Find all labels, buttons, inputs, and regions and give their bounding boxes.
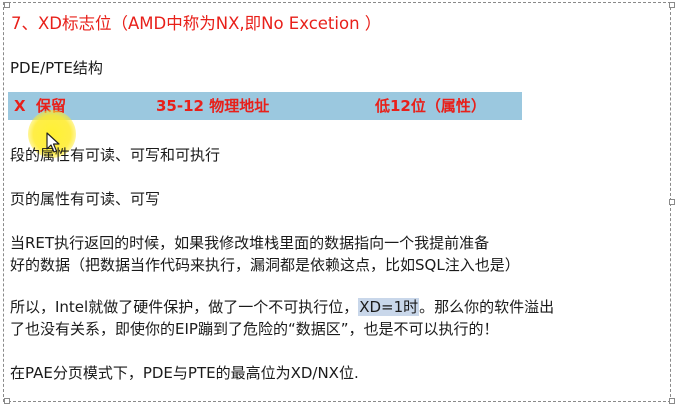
- intel-protection-line-2: 了也没有关系，即使你的EIP蹦到了危险的“数据区”，也是不可以执行的！: [10, 320, 499, 338]
- bar-physical-address-field: 35-12 物理地址: [156, 97, 270, 115]
- pde-pte-heading: PDE/PTE结构: [10, 59, 103, 77]
- intel-line-1-start: 所以，Intel就做了硬件保护，做了一个不可执行位，: [10, 298, 359, 316]
- intel-line-1-end: 。那么你的软件溢出: [419, 298, 555, 316]
- segment-attributes-text: 段的属性有可读、可写和可执行: [10, 146, 221, 164]
- slide-title: 7、XD标志位（AMD中称为NX,即No Excetion ）: [11, 14, 382, 33]
- page-attributes-text: 页的属性有可读、可写: [10, 190, 161, 208]
- intel-protection-line-1: 所以，Intel就做了硬件保护，做了一个不可执行位，XD=1时。那么你的软件溢出: [10, 296, 554, 317]
- xd-highlight-text[interactable]: XD=1时: [358, 298, 420, 316]
- pte-structure-bar: X 保留 35-12 物理地址 低12位（属性）: [8, 92, 522, 120]
- resize-handle-bottom-right[interactable]: [669, 398, 675, 404]
- bar-x-field: X: [14, 97, 26, 115]
- resize-handle-top-left[interactable]: [4, 2, 10, 8]
- ret-explanation-line-1: 当RET执行返回的时候，如果我修改堆栈里面的数据指向一个我提前准备: [10, 234, 490, 252]
- resize-handle-top-right[interactable]: [669, 2, 675, 8]
- resize-handle-bottom-left[interactable]: [4, 398, 10, 404]
- ret-explanation-line-2: 好的数据（把数据当作代码来执行，漏洞都是依赖这点，比如SQL注入也是）: [10, 256, 520, 274]
- bar-attribute-field: 低12位（属性）: [375, 97, 486, 115]
- pae-mode-text: 在PAE分页模式下，PDE与PTE的最高位为XD/NX位.: [10, 364, 359, 382]
- resize-handle-middle-right[interactable]: [669, 199, 675, 205]
